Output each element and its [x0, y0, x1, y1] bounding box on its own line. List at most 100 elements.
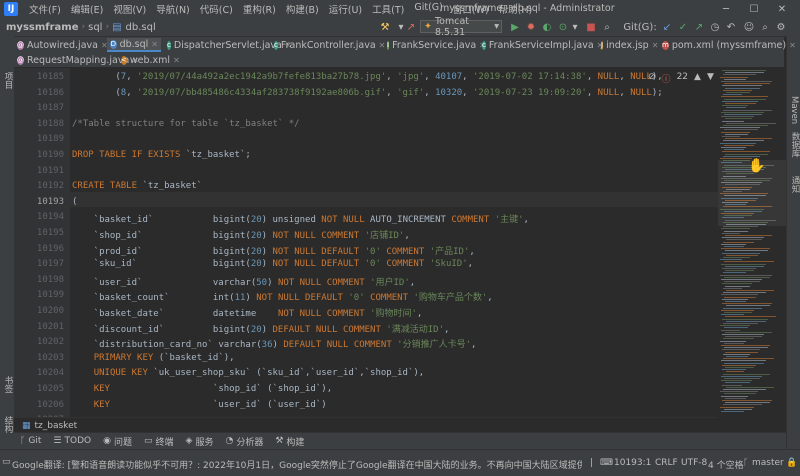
close-tab-icon[interactable]: ✕	[652, 41, 659, 50]
file-encoding[interactable]: UTF-8	[681, 458, 707, 468]
settings-icon[interactable]: ⚙	[774, 20, 788, 34]
bookmarks-tool-window-tab[interactable]: 书签	[2, 376, 14, 393]
tool-tab-label: 构建	[286, 437, 305, 448]
tab-web-xml[interactable]: < web.xml ✕	[118, 53, 180, 67]
menu-item[interactable]: 构建(B)	[281, 2, 324, 16]
menu-item[interactable]: 重构(R)	[238, 2, 281, 16]
menu-item[interactable]: 代码(C)	[195, 2, 238, 16]
maven-tool-window-tab[interactable]: Maven	[789, 96, 799, 124]
build-hammer-icon[interactable]: ⚒	[378, 20, 392, 34]
git-push-arrow-icon[interactable]: ↗	[692, 20, 706, 34]
file-type-icon: c	[274, 40, 278, 50]
run-config-label: Tomcat 8.5.31	[434, 15, 469, 38]
tab-label: Autowired.java	[27, 39, 98, 51]
tool-tab-1[interactable]: ☰ TODO	[47, 436, 97, 446]
code-minimap[interactable]	[718, 68, 786, 417]
tab-requestmapping-java[interactable]: @ RequestMapping.java ✕	[14, 53, 139, 67]
tab-autowired-java[interactable]: @ Autowired.java ✕	[14, 38, 108, 52]
tool-tab-6[interactable]: ⚒ 构建	[269, 435, 310, 448]
structure-breadcrumb-item[interactable]: tz_basket	[35, 421, 78, 431]
minimap-line	[725, 122, 776, 124]
maximize-icon[interactable]: ☐	[740, 0, 768, 18]
tab-pom-xml-myssmframe-[interactable]: m pom.xml (myssmframe) ✕	[659, 38, 796, 52]
debug-icon[interactable]: ✹	[524, 20, 538, 34]
minimap-line	[725, 402, 770, 404]
close-tab-icon[interactable]: ✕	[789, 41, 796, 50]
line-number: 10201	[36, 321, 64, 332]
line-number-gutter[interactable]: 10185 10186 10187 10188 10189 10190 10191 10192…	[14, 68, 70, 441]
line-number: 10186	[36, 87, 64, 98]
git-update-icon[interactable]: ↙	[660, 20, 674, 34]
tool-tab-0[interactable]: ᚴ Git	[14, 436, 47, 446]
tool-tab-icon: ᚴ	[20, 436, 26, 446]
tab-frankcontroller-java[interactable]: c FrankController.java ✕	[271, 38, 385, 52]
arrow-down-icon[interactable]: ▼	[707, 72, 714, 85]
run-configuration-select[interactable]: ✦ Tomcat 8.5.31 ▾	[420, 16, 502, 38]
close-icon[interactable]: ✕	[768, 0, 796, 18]
translate-icon[interactable]: ⌨	[600, 458, 613, 468]
run-icon[interactable]: ▶	[508, 20, 522, 34]
inspection-widget[interactable]: ⊘ ⓘ 22 ▲ ▼	[648, 72, 714, 85]
user-icon[interactable]: ☺	[742, 20, 756, 34]
minimap-line	[726, 92, 750, 93]
minimap-line	[720, 375, 762, 377]
menu-item[interactable]: 文件(F)	[24, 2, 66, 16]
tool-tab-4[interactable]: ◈ 服务	[180, 435, 220, 448]
tab-index-jsp[interactable]: Jindex.jsp ✕	[598, 38, 659, 52]
rollback-icon[interactable]: ↶	[724, 20, 738, 34]
breadcrumb-folder[interactable]: sql	[86, 22, 104, 33]
menu-item[interactable]: 导航(N)	[151, 2, 195, 16]
breadcrumb-project[interactable]: myssmframe	[0, 22, 81, 33]
close-tab-icon[interactable]: ✕	[151, 40, 158, 49]
tool-tab-5[interactable]: ◔ 分析器	[219, 435, 269, 448]
lock-icon[interactable]: 🔒	[786, 458, 797, 468]
git-branch[interactable]: master	[752, 458, 784, 468]
git-push-icon[interactable]: ↗	[404, 20, 418, 34]
menu-item[interactable]: 工具(T)	[367, 2, 409, 16]
coverage-icon[interactable]: ◐	[540, 20, 554, 34]
cursor-position[interactable]: 10193:1	[614, 458, 651, 468]
file-type-icon: @	[17, 55, 24, 65]
tool-tab-3[interactable]: ▭ 终端	[138, 435, 180, 448]
search-everywhere-icon[interactable]: ⌕	[600, 20, 614, 34]
status-message[interactable]: Google翻译: [警和语音朗读功能似乎不可用？: 2022年10月1日，Go…	[12, 458, 582, 471]
file-type-icon: I	[387, 40, 390, 50]
history-icon[interactable]: ◷	[708, 20, 722, 34]
menu-item[interactable]: 视图(V)	[108, 2, 151, 16]
tool-tab-icon: ⚒	[275, 436, 284, 446]
menu-item[interactable]: 运行(U)	[324, 2, 367, 16]
tab-frankserviceimpl-java[interactable]: c FrankServiceImpl.java ✕	[479, 38, 603, 52]
eye-off-icon[interactable]: ⊘	[648, 72, 656, 85]
minimap-line	[724, 378, 760, 379]
notifications-tool-window-tab[interactable]: 通知	[789, 176, 800, 193]
tool-tab-2[interactable]: ◉ 问题	[97, 435, 138, 448]
chevron-down-icon[interactable]: ▾	[570, 20, 580, 34]
minimap-line	[720, 243, 746, 245]
line-separator[interactable]: CRLF	[655, 458, 678, 468]
indent-setting[interactable]: 4 个空格	[708, 458, 744, 471]
arrow-up-icon[interactable]: ▲	[694, 72, 701, 85]
minimap-line	[722, 70, 766, 71]
stop-icon[interactable]: ■	[584, 20, 598, 34]
search-icon[interactable]: ⌕	[758, 20, 772, 34]
minimap-line	[721, 147, 746, 148]
database-tool-window-tab[interactable]: 数据库	[789, 132, 800, 158]
code-editor[interactable]: (7, '2019/07/44a492a2ec1942a9b7fefe813ba…	[70, 68, 718, 417]
tab-dispatcherservlet-java[interactable]: c DispatcherServlet.java ✕	[164, 38, 292, 52]
minimap-line	[720, 76, 748, 78]
breadcrumb-file[interactable]: db.sql	[124, 22, 158, 33]
profile-icon[interactable]: ⊙	[556, 20, 570, 34]
minimap-line	[723, 109, 772, 111]
tab-frankservice-java[interactable]: IFrankService.java✕	[384, 38, 486, 52]
tool-tab-label: Git	[28, 436, 42, 446]
menu-item[interactable]: 编辑(E)	[66, 2, 108, 16]
tool-window-toggle-icon[interactable]: ▭	[2, 457, 11, 467]
close-tab-icon[interactable]: ✕	[173, 56, 180, 65]
git-commit-icon[interactable]: ✓	[676, 20, 690, 34]
tab-db-sql[interactable]: Ddb.sql ✕	[107, 38, 161, 52]
error-icon: ⓘ	[661, 75, 671, 85]
structure-tool-window-tab[interactable]: 结构	[2, 416, 14, 433]
line-number: 10200	[36, 306, 64, 316]
minimize-icon[interactable]: ─	[712, 0, 740, 18]
project-tool-window-tab[interactable]: 项目	[2, 72, 14, 89]
